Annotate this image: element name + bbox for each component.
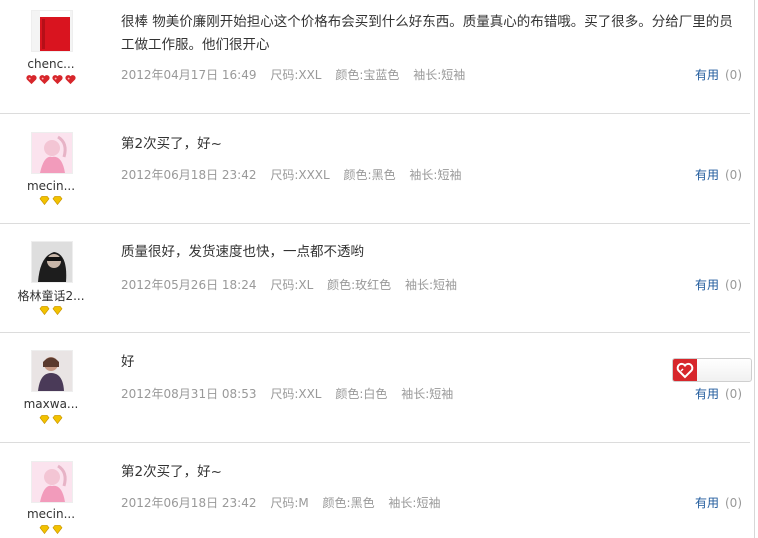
review-item: mecin... 第2次买了，好~ 2012年06月18日 23:42 尺码:X…: [0, 114, 750, 224]
useful-vote: 有用 (0): [695, 166, 742, 183]
review-text: 很棒 物美价廉刚开始担心这个价格布会买到什么好东西。质量真心的布错哦。买了很多。…: [121, 14, 733, 53]
username[interactable]: mecin...: [0, 179, 102, 193]
useful-count: (0): [725, 387, 742, 401]
username[interactable]: chenc...: [0, 57, 102, 71]
avatar-image: [32, 351, 72, 391]
review-date: 2012年06月18日 23:42: [121, 168, 257, 182]
review-text: 第2次买了，好~: [121, 464, 222, 480]
user-avatar[interactable]: [31, 461, 73, 503]
review-text: 质量很好，发货速度也快，一点都不透哟: [121, 244, 364, 260]
review-meta: 2012年06月18日 23:42 尺码:XXXL 颜色:黑色 袖长:短袖: [121, 166, 471, 183]
useful-button[interactable]: 有用: [695, 168, 719, 182]
review-color: 颜色:白色: [335, 387, 388, 401]
review-item: mecin... 第2次买了，好~ 2012年06月18日 23:42 尺码:M…: [0, 443, 750, 538]
review-text: 好: [121, 354, 135, 370]
heart-badge-icon: [52, 74, 63, 85]
username[interactable]: maxwa...: [0, 397, 102, 411]
review-sleeve: 袖长:短袖: [401, 387, 454, 401]
heart-badge-icon: [39, 74, 50, 85]
heart-icon: [673, 359, 697, 381]
useful-vote: 有用 (0): [695, 494, 742, 511]
heart-badge-icon: [65, 74, 76, 85]
review-meta: 2012年08月31日 08:53 尺码:XXL 颜色:白色 袖长:短袖: [121, 385, 463, 402]
user-level-badges: [0, 525, 102, 535]
heart-badge-icon: [26, 74, 37, 85]
avatar-image: [32, 11, 72, 51]
user-avatar[interactable]: [31, 350, 73, 392]
review-size: 尺码:XXL: [270, 68, 322, 82]
diamond-badge-icon: [52, 306, 63, 316]
diamond-badge-icon: [52, 196, 63, 206]
review-size: 尺码:M: [270, 496, 309, 510]
list-right-border: [754, 0, 755, 538]
diamond-badge-icon: [39, 525, 50, 535]
useful-count: (0): [725, 68, 742, 82]
useful-button[interactable]: 有用: [695, 496, 719, 510]
useful-count: (0): [725, 168, 742, 182]
useful-count: (0): [725, 496, 742, 510]
user-level-badges: [0, 306, 102, 316]
review-color: 颜色:玫红色: [327, 278, 392, 292]
review-color: 颜色:宝蓝色: [335, 68, 400, 82]
user-level-badges: [0, 196, 102, 206]
avatar-image: [32, 242, 72, 282]
review-color: 颜色:黑色: [343, 168, 396, 182]
review-sleeve: 袖长:短袖: [404, 278, 458, 292]
useful-vote: 有用 (0): [695, 385, 742, 402]
diamond-badge-icon: [39, 415, 50, 425]
review-sleeve: 袖长:短袖: [388, 496, 441, 510]
useful-vote: 有用 (0): [695, 276, 742, 293]
floating-favorite-widget[interactable]: [672, 358, 752, 382]
review-size: 尺码:XXXL: [270, 168, 330, 182]
user-level-badges: [0, 415, 102, 425]
review-meta: 2012年04月17日 16:49 尺码:XXL 颜色:宝蓝色 袖长:短袖: [121, 66, 475, 83]
useful-button[interactable]: 有用: [695, 278, 719, 292]
username[interactable]: 格林童话2...: [0, 287, 102, 304]
user-avatar[interactable]: [31, 132, 73, 174]
review-size: 尺码:XXL: [270, 387, 322, 401]
review-meta: 2012年06月18日 23:42 尺码:M 颜色:黑色 袖长:短袖: [121, 494, 450, 511]
review-color: 颜色:黑色: [322, 496, 375, 510]
review-date: 2012年04月17日 16:49: [121, 68, 257, 82]
diamond-badge-icon: [52, 415, 63, 425]
review-size: 尺码:XL: [270, 278, 314, 292]
diamond-badge-icon: [52, 525, 63, 535]
user-avatar[interactable]: [31, 10, 73, 52]
useful-vote: 有用 (0): [695, 66, 742, 83]
review-item: chenc... 很棒 物美价廉刚开始担心这个价格布会买到什么好东西。质量真心的…: [0, 0, 750, 114]
user-avatar[interactable]: [31, 241, 73, 283]
diamond-badge-icon: [39, 196, 50, 206]
useful-button[interactable]: 有用: [695, 387, 719, 401]
review-sleeve: 袖长:短袖: [413, 68, 466, 82]
review-item: 格林童话2... 质量很好，发货速度也快，一点都不透哟 2012年05月26日 …: [0, 224, 750, 333]
useful-count: (0): [725, 278, 742, 292]
user-level-badges: [0, 74, 102, 85]
avatar-image: [32, 462, 72, 502]
avatar-image: [32, 133, 72, 173]
diamond-badge-icon: [39, 306, 50, 316]
review-item: maxwa... 好 2012年08月31日 08:53 尺码:XXL 颜色:白…: [0, 333, 750, 443]
review-sleeve: 袖长:短袖: [409, 168, 462, 182]
review-text: 第2次买了，好~: [121, 136, 222, 152]
review-date: 2012年06月18日 23:42: [121, 496, 257, 510]
review-date: 2012年05月26日 18:24: [121, 278, 257, 292]
review-meta: 2012年05月26日 18:24 尺码:XL 颜色:玫红色 袖长:短袖: [121, 276, 467, 293]
useful-button[interactable]: 有用: [695, 68, 719, 82]
username[interactable]: mecin...: [0, 507, 102, 521]
review-date: 2012年08月31日 08:53: [121, 387, 257, 401]
